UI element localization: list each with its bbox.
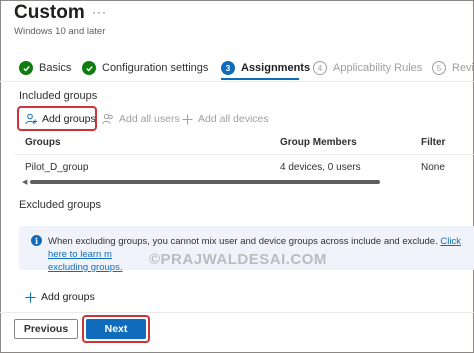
page-header: Custom ··· Windows 10 and later — [14, 2, 107, 37]
step-configuration-settings[interactable]: Configuration settings — [82, 58, 208, 78]
add-all-users-button[interactable]: Add all users — [102, 111, 180, 127]
divider — [0, 81, 474, 82]
step-label: Revie — [452, 62, 474, 74]
groups-table-header: Groups Group Members Filter — [25, 137, 474, 151]
plus-icon — [25, 292, 36, 302]
cell-members: 4 devices, 0 users — [280, 162, 361, 173]
add-all-users-label: Add all users — [119, 113, 180, 125]
column-header-groups: Groups — [25, 137, 61, 148]
add-user-icon — [25, 113, 37, 125]
scroll-left-icon[interactable]: ◀ — [22, 178, 27, 186]
step-review[interactable]: 5 Revie — [432, 58, 474, 78]
column-header-filter: Filter — [421, 137, 446, 148]
step-label: Applicability Rules — [333, 62, 423, 74]
step-label: Basics — [39, 62, 72, 74]
step-label: Assignments — [241, 62, 311, 74]
active-step-underline — [221, 78, 299, 80]
plus-icon — [182, 114, 193, 124]
wizard-steps: Basics Configuration settings 3 Assignme… — [19, 58, 474, 80]
checkmark-icon — [82, 61, 96, 75]
watermark: ©PRAJWALDESAI.COM — [149, 251, 327, 268]
cell-group: Pilot_D_group — [25, 162, 89, 173]
step-assignments[interactable]: 3 Assignments — [221, 58, 310, 78]
excluded-groups-heading: Excluded groups — [19, 199, 101, 211]
add-all-devices-button[interactable]: Add all devices — [182, 111, 269, 127]
table-row[interactable]: Pilot_D_group 4 devices, 0 users None — [25, 162, 474, 176]
step-number: 4 — [313, 61, 327, 75]
step-basics[interactable]: Basics — [19, 58, 71, 78]
next-button[interactable]: Next — [86, 319, 146, 339]
step-number: 5 — [432, 61, 446, 75]
footer-divider — [0, 312, 474, 313]
add-excluded-groups-button[interactable]: Add groups — [25, 289, 95, 305]
column-header-group-members: Group Members — [280, 137, 357, 148]
previous-button[interactable]: Previous — [14, 319, 78, 339]
more-options-button[interactable]: ··· — [92, 5, 107, 19]
users-icon — [102, 113, 113, 125]
add-groups-label: Add groups — [42, 113, 96, 125]
cell-filter: None — [421, 162, 445, 173]
table-divider — [14, 154, 474, 155]
included-groups-heading: Included groups — [19, 90, 98, 102]
step-applicability-rules[interactable]: 4 Applicability Rules — [313, 58, 422, 78]
info-message-text: When excluding groups, you cannot mix us… — [48, 236, 438, 247]
learn-more-link-continued[interactable]: excluding groups. — [48, 262, 122, 273]
page-subtitle: Windows 10 and later — [14, 26, 106, 37]
add-excluded-groups-label: Add groups — [41, 291, 95, 303]
horizontal-scrollbar[interactable] — [30, 180, 380, 184]
step-label: Configuration settings — [102, 62, 209, 74]
page-title: Custom — [14, 2, 85, 23]
add-groups-button[interactable]: Add groups — [25, 111, 96, 127]
checkmark-icon — [19, 61, 33, 75]
info-icon: i — [31, 235, 42, 246]
step-number: 3 — [221, 61, 235, 75]
add-all-devices-label: Add all devices — [198, 113, 269, 125]
